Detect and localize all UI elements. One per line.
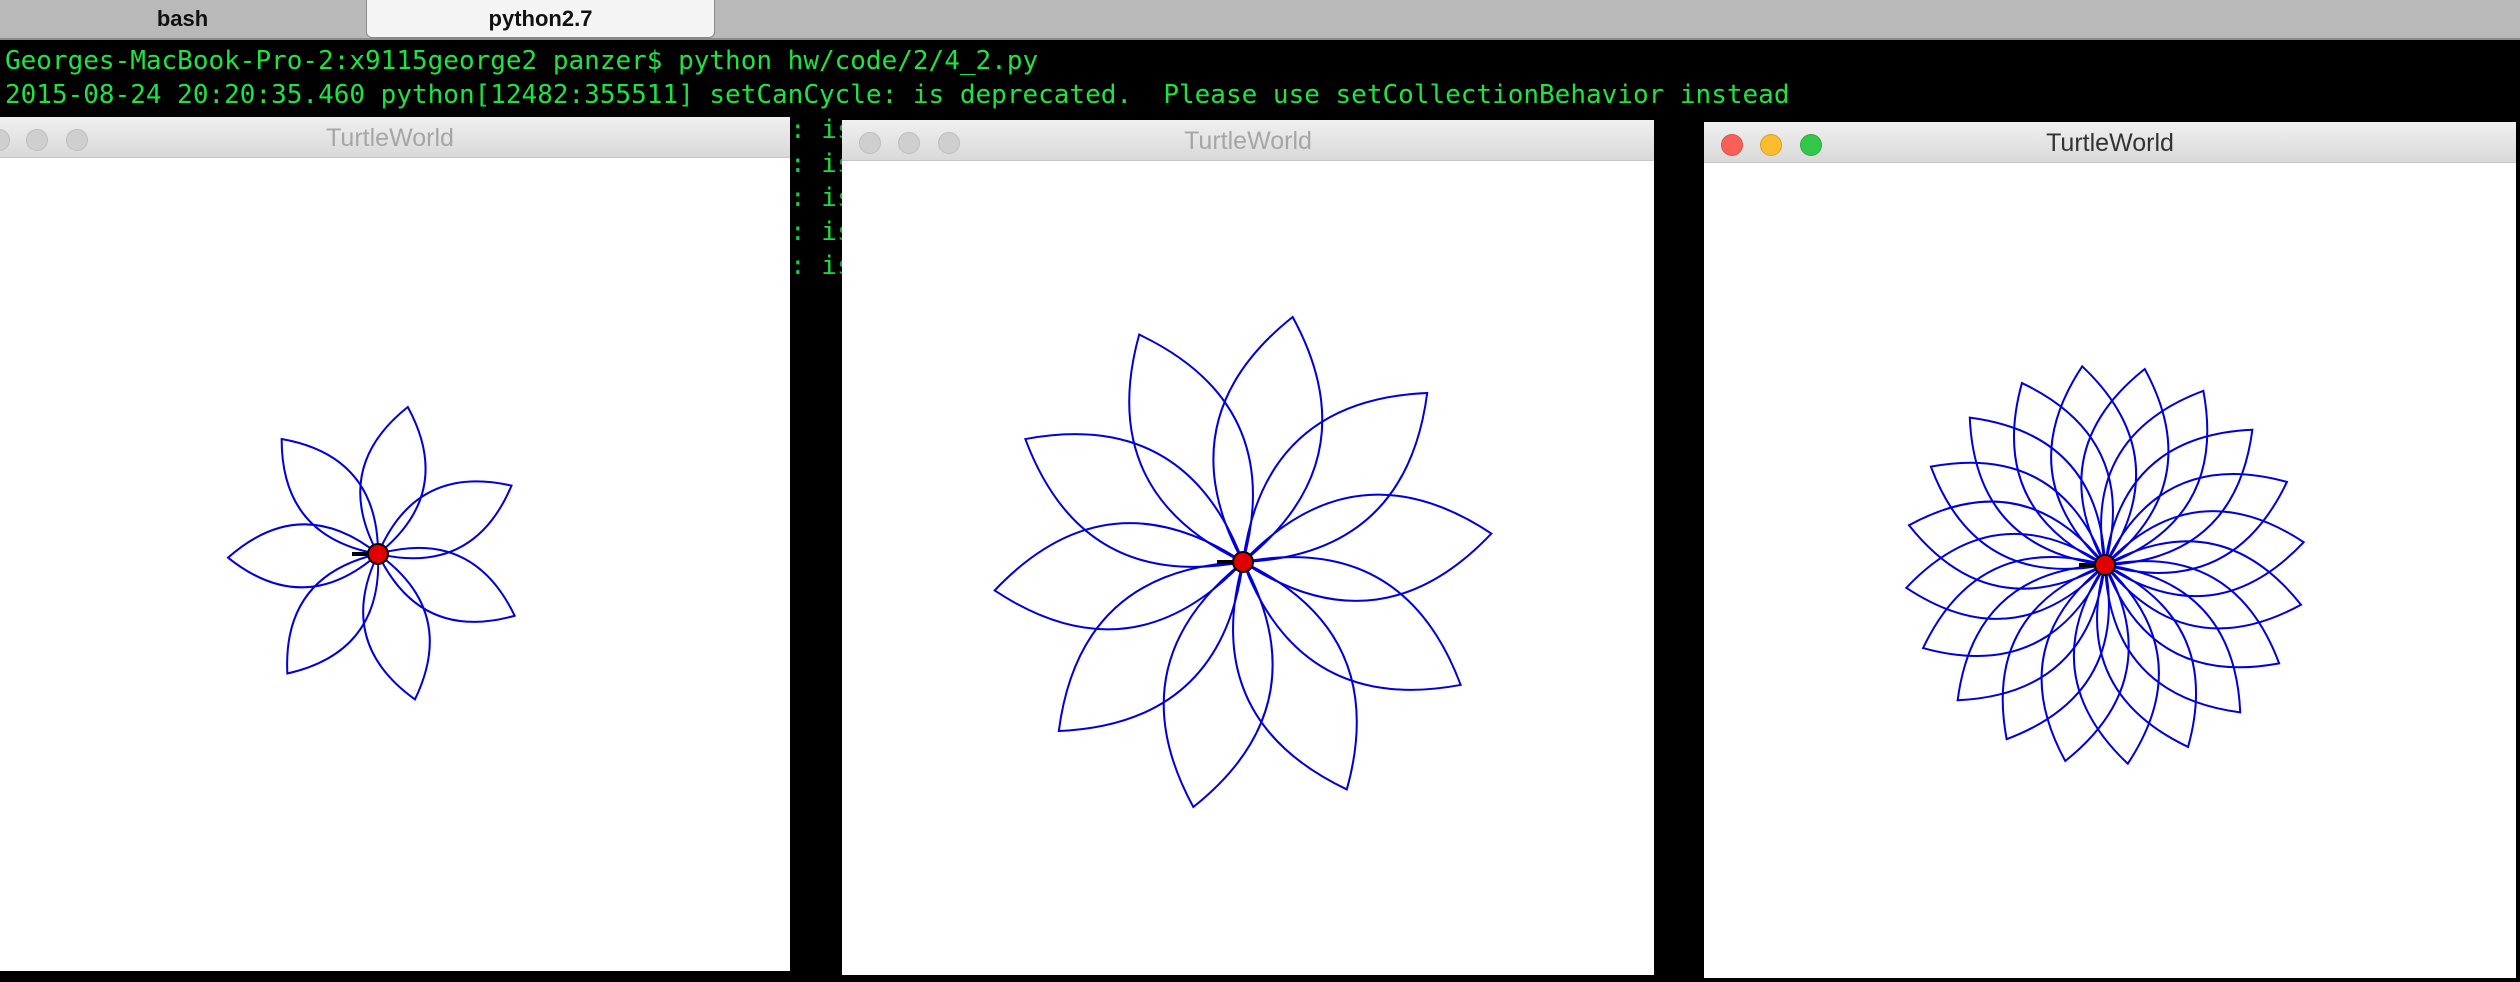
window-title: TurtleWorld [1184, 127, 1312, 155]
petal [2104, 540, 2303, 630]
petal [359, 405, 427, 555]
petal [2001, 564, 2110, 741]
petal [1212, 315, 1324, 563]
petal [1242, 556, 1463, 691]
window-title: TurtleWorld [2046, 129, 2174, 157]
window-title: TurtleWorld [326, 124, 454, 152]
turtleworld-window-3[interactable]: TurtleWorld [1704, 122, 2516, 978]
window-titlebar[interactable]: TurtleWorld [1704, 122, 2516, 163]
turtle-canvas [842, 161, 1654, 975]
petal [1023, 433, 1244, 568]
petal [2050, 364, 2138, 566]
petal [286, 553, 380, 675]
petal [1929, 461, 2106, 570]
turtle-icon [2094, 554, 2116, 576]
petal [2072, 564, 2160, 766]
flower-drawing [1904, 364, 2306, 766]
turtle-icon [367, 543, 389, 565]
petal [2104, 510, 2306, 598]
turtleworld-window-2[interactable]: TurtleWorld [842, 120, 1654, 975]
petal [1907, 500, 2106, 590]
petal [2080, 367, 2170, 566]
window-titlebar[interactable]: TurtleWorld [0, 117, 790, 158]
turtle-canvas [0, 158, 790, 971]
window-titlebar[interactable]: TurtleWorld [842, 120, 1654, 161]
flower [1904, 364, 2306, 766]
turtle-icon [1232, 551, 1254, 573]
petal [2040, 564, 2130, 763]
petal [377, 480, 513, 560]
flower-drawing [226, 405, 517, 701]
terminal-line: Georges-MacBook-Pro-2:x9115george2 panze… [5, 46, 1039, 76]
petal [1242, 493, 1493, 602]
turtleworld-window-1[interactable]: TurtleWorld [0, 117, 790, 971]
petal [2104, 560, 2281, 669]
terminal-tab-bar: bash python2.7 [0, 0, 2520, 40]
flower-drawing [993, 315, 1493, 809]
tab-python[interactable]: python2.7 [366, 0, 715, 38]
petal [993, 522, 1244, 631]
petal [1162, 561, 1274, 809]
turtle-canvas [1704, 163, 2516, 978]
flower [993, 315, 1493, 809]
terminal-line: 2015-08-24 20:20:35.460 python[12482:355… [5, 80, 1790, 110]
petal [280, 437, 380, 555]
petal [362, 553, 431, 701]
flower [226, 405, 517, 701]
tab-bash[interactable]: bash [0, 0, 365, 38]
petal [2100, 389, 2209, 566]
petal [1904, 532, 2106, 620]
petal [377, 546, 517, 623]
